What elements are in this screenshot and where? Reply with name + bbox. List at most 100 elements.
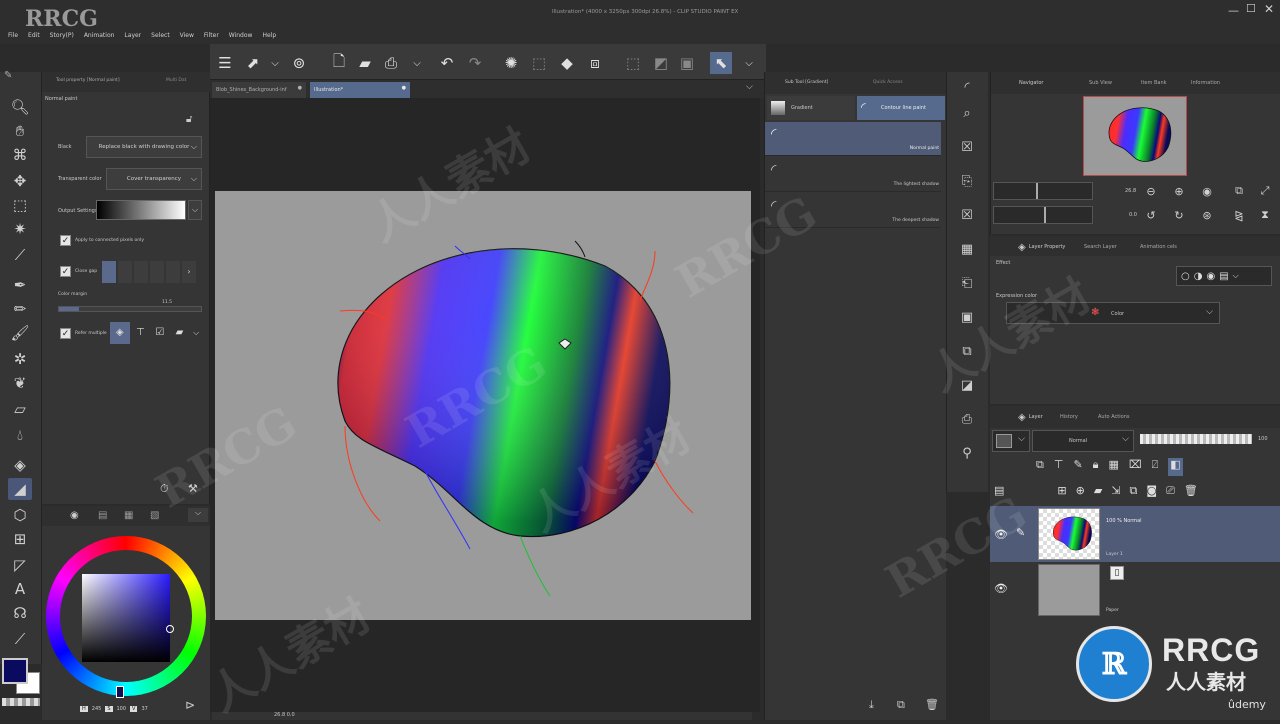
tab-sub-view[interactable]: Sub View: [1089, 76, 1112, 90]
tab-search-layer[interactable]: Search Layer: [1084, 240, 1117, 254]
save-icon[interactable]: ⎙: [380, 52, 402, 74]
subtool-normal-paint[interactable]: ◜ Normal paint: [765, 122, 941, 156]
tab-multi[interactable]: Multi Dat: [166, 78, 186, 83]
object-list-icon[interactable]: ⬈: [242, 52, 264, 74]
wrench-icon[interactable]: ⚒︎: [188, 482, 198, 495]
eyedropper-icon[interactable]: ⟋: [8, 244, 32, 266]
tab-auto-actions[interactable]: Auto Actions: [1098, 410, 1129, 424]
chart-panel-icon[interactable]: ◪: [956, 374, 978, 396]
copy-panel-icon[interactable]: ⧉: [956, 340, 978, 362]
material-panel-icon[interactable]: ⎘: [956, 170, 978, 192]
loading-icon[interactable]: ✺: [500, 52, 522, 74]
rotate-slider[interactable]: [993, 206, 1093, 224]
output-curve-preview[interactable]: [96, 200, 186, 220]
saturation-value-square[interactable]: [82, 574, 170, 662]
subtool-lightest-shadow[interactable]: ◜ The lightest shadow: [765, 158, 941, 192]
color-set-tab-icon[interactable]: ▤: [98, 510, 107, 521]
brush-tool-icon[interactable]: 🖌︎: [8, 322, 32, 344]
undo-icon[interactable]: ↶: [436, 52, 458, 74]
menu-item-animation[interactable]: Animation: [84, 32, 115, 39]
tab-animation-cels[interactable]: Animation cels: [1140, 240, 1177, 254]
tab-layer-property[interactable]: ◈ Layer Property: [1018, 240, 1065, 254]
menu-item-view[interactable]: View: [180, 32, 194, 39]
close-panel-icon-2[interactable]: ☒: [956, 204, 978, 226]
black-dropdown[interactable]: Replace black with drawing color ⌵: [86, 136, 202, 158]
deselect-icon[interactable]: ⬚: [622, 52, 644, 74]
color-wheel-tab-icon[interactable]: ◉: [70, 510, 79, 521]
reset-rotation-icon[interactable]: ⊛: [1199, 207, 1215, 223]
tab-tool-property[interactable]: Tool property [Normal paint]: [56, 78, 120, 83]
selection-tool-icon[interactable]: ⬚: [8, 194, 32, 216]
zoom-in-icon[interactable]: ⊕: [1171, 183, 1187, 199]
visibility-eye-icon[interactable]: 👁︎: [994, 528, 1008, 541]
flip-horizontal-icon[interactable]: ⧎: [1231, 207, 1247, 223]
layer-color-icon[interactable]: ◉: [1206, 271, 1215, 282]
pen-tool-icon[interactable]: ✒: [8, 274, 32, 296]
menu-item-select[interactable]: Select: [151, 32, 170, 39]
refer-multiple-checkbox[interactable]: ✓: [60, 328, 71, 339]
save-dropdown-icon[interactable]: ⌵: [406, 52, 428, 74]
menu-icon[interactable]: ☰: [214, 52, 236, 74]
selected-layers-icon[interactable]: ☑: [151, 322, 169, 344]
pattern-panel-icon[interactable]: ▦: [956, 238, 978, 260]
maximize-button[interactable]: ☐: [1246, 2, 1256, 15]
rotate-left-icon[interactable]: ↺: [1143, 207, 1159, 223]
clip-studio-icon[interactable]: ⊚: [288, 52, 310, 74]
transparent-dropdown[interactable]: Cover transparency ⌵: [106, 168, 202, 190]
open-folder-icon[interactable]: ▰: [354, 52, 376, 74]
snap-dropdown-icon[interactable]: ⌵: [738, 52, 760, 74]
pencil-tool-icon[interactable]: ✏: [8, 298, 32, 320]
lock-layer-icon[interactable]: 🔒︎: [1093, 458, 1099, 476]
navigator-preview[interactable]: [1083, 96, 1187, 176]
extract-line-icon[interactable]: ▤: [1219, 271, 1228, 282]
new-raster-layer-icon[interactable]: ⊞: [1057, 484, 1066, 502]
minimize-button[interactable]: —: [1228, 4, 1239, 17]
effect-dropdown-icon[interactable]: ⌵: [1233, 271, 1239, 281]
apply-connected-checkbox[interactable]: ✓: [60, 235, 71, 246]
canvas-paper[interactable]: [215, 191, 751, 620]
refer-multiple-options[interactable]: ◈ ⊤ ☑ ▰ ⌵: [110, 322, 202, 344]
menu-item-storyp[interactable]: Story(P): [50, 32, 74, 39]
output-settings-dropdown[interactable]: ⌵: [188, 200, 202, 220]
draft-layer-icon[interactable]: ✎: [1073, 458, 1082, 476]
tab-illustration[interactable]: Illustration* ●: [310, 82, 410, 98]
color-cycle-icon[interactable]: ⊳: [185, 698, 195, 712]
main-color-swatch[interactable]: [2, 658, 28, 684]
lock-icon[interactable]: 🔓︎: [186, 114, 192, 125]
image-panel-icon[interactable]: ⎗: [956, 272, 978, 294]
close-panel-icon[interactable]: ☒: [956, 136, 978, 158]
tab-subtool-gradient[interactable]: Sub Tool [Gradient]: [785, 80, 828, 85]
brush-tab-icon[interactable]: ✎: [4, 70, 12, 81]
transparent-color-swatch[interactable]: [2, 698, 40, 706]
group-gradient[interactable]: Gradient: [767, 96, 855, 120]
layer-row[interactable]: 👁︎ ▯ Paper: [990, 562, 1280, 618]
color-margin-slider[interactable]: [58, 306, 202, 312]
tab-blob-shines[interactable]: Blob_Shines_Background-inf ●: [212, 82, 306, 98]
border-effect-icon[interactable]: ○: [1181, 271, 1190, 282]
delete-layer-icon[interactable]: 🗑︎: [1184, 484, 1198, 502]
hand-tool-icon[interactable]: ✋︎: [8, 120, 32, 142]
subtool-deepest-shadow[interactable]: ◜ The deepest shadow: [765, 194, 941, 228]
mask-add-icon[interactable]: ◙: [1146, 484, 1157, 502]
approx-color-tab-icon[interactable]: ▧: [150, 510, 159, 521]
effect-icons[interactable]: ○ ◑ ◉ ▤ ⌵: [1176, 266, 1272, 286]
color-panel-menu[interactable]: ⌵: [188, 508, 208, 522]
visibility-eye-icon[interactable]: 👁︎: [994, 582, 1008, 595]
tab-quick-access[interactable]: Quick Access: [873, 80, 903, 85]
search-panel-icon[interactable]: ⌕: [956, 102, 978, 124]
move-tool-icon[interactable]: ✥: [8, 170, 32, 192]
eraser-tool-icon[interactable]: ▱: [8, 398, 32, 420]
refer-multiple-dropdown[interactable]: ⌵: [190, 322, 202, 344]
menu-item-file[interactable]: File: [8, 32, 18, 39]
tab-navigator[interactable]: Navigator: [1019, 76, 1043, 90]
tab-item-bank[interactable]: Item Bank: [1141, 76, 1167, 90]
zoom-out-icon[interactable]: ⊖: [1143, 183, 1159, 199]
apply-mask-icon[interactable]: ⎚: [1166, 484, 1175, 502]
sv-cursor[interactable]: [166, 625, 174, 633]
balloon-tool-icon[interactable]: ☊: [8, 602, 32, 624]
close-gap-levels[interactable]: ›: [102, 261, 202, 283]
auto-select-icon[interactable]: ✷: [8, 218, 32, 240]
download-subtool-icon[interactable]: ⤓: [869, 698, 874, 712]
menu-item-help[interactable]: Help: [262, 32, 276, 39]
actual-size-icon[interactable]: ◉: [1199, 183, 1215, 199]
